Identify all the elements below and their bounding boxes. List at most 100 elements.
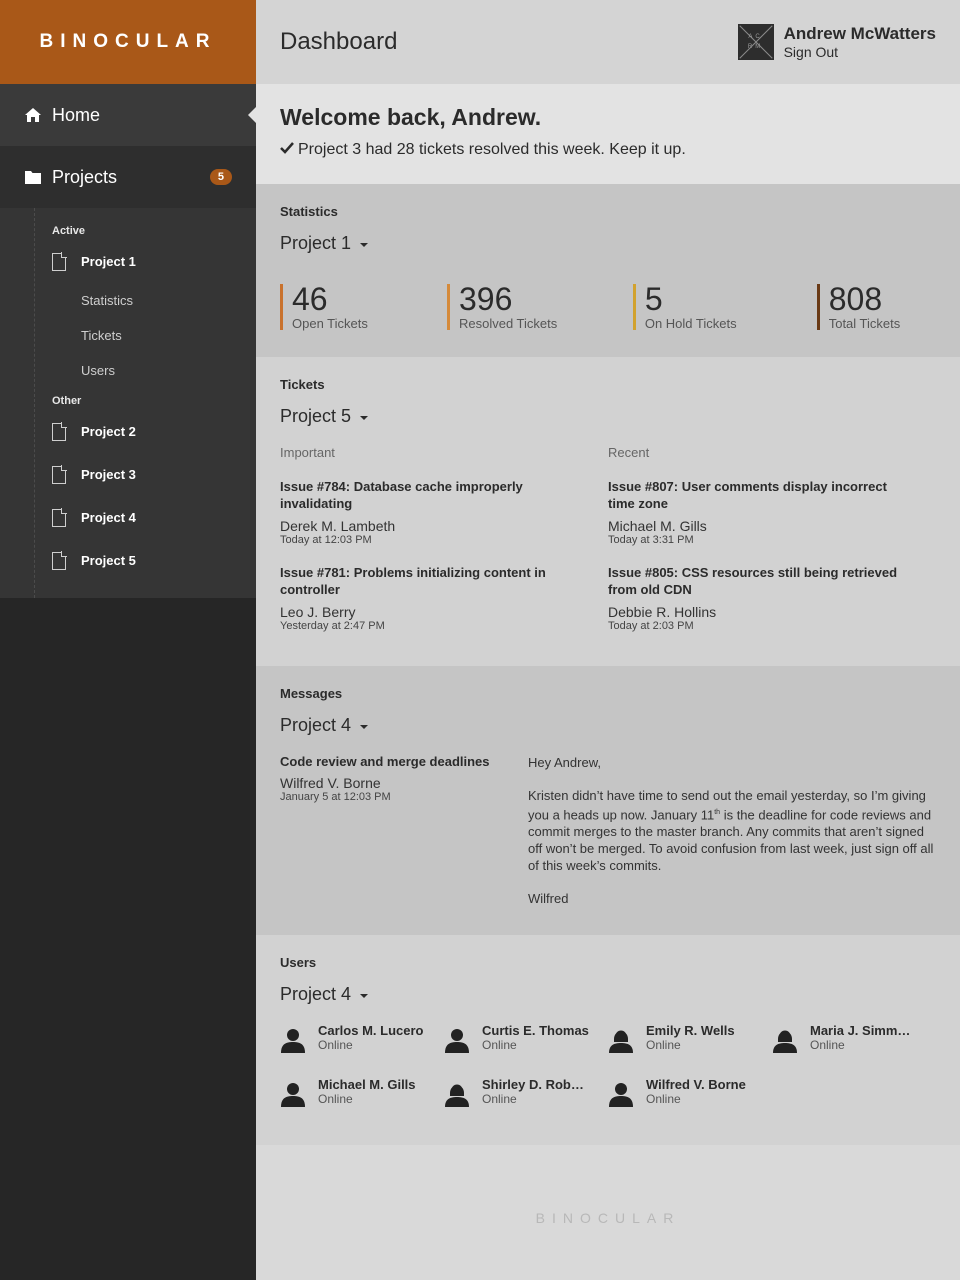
section-title: Statistics xyxy=(280,204,338,219)
user-item[interactable]: Wilfred V. Borne Online xyxy=(608,1077,772,1131)
ticket-author: Michael M. Gills xyxy=(608,518,707,534)
avatar[interactable]: ACRM xyxy=(737,24,774,60)
user-status: Online xyxy=(646,1038,681,1052)
welcome-heading: Welcome back, Andrew. xyxy=(280,104,542,130)
message-detail: Code review and merge deadlines Wilfred … xyxy=(280,754,936,923)
caret-down-icon xyxy=(360,242,369,247)
caret-down-icon xyxy=(360,415,369,420)
tickets-grid: Important Issue #784: Database cache imp… xyxy=(280,445,936,632)
user-menu: ACRM Andrew McWatters Sign Out xyxy=(737,24,936,60)
section-title: Users xyxy=(280,955,317,970)
messages-section: Messages Project 4 Code review and merge… xyxy=(256,666,960,935)
ticket-item[interactable]: Issue #781: Problems initializing conten… xyxy=(280,564,580,632)
user-status: Online xyxy=(318,1038,353,1052)
logo-bar[interactable]: BINOCULAR xyxy=(0,0,256,84)
user-item[interactable]: Curtis E. Thomas Online xyxy=(444,1023,608,1077)
stat-on-hold-tickets: 5 On Hold Tickets xyxy=(632,281,817,331)
welcome-note-text: Project 3 had 28 tickets resolved this w… xyxy=(298,141,686,158)
welcome-note: Project 3 had 28 tickets resolved this w… xyxy=(280,141,936,159)
ticket-item[interactable]: Issue #784: Database cache improperly in… xyxy=(280,478,580,546)
stat-value: 46 xyxy=(292,281,328,317)
person-icon xyxy=(281,1083,305,1107)
top-bar: Dashboard ACRM Andrew McWatters Sign Out xyxy=(256,0,960,84)
project-dropdown-value: Project 1 xyxy=(280,233,352,253)
user-item[interactable]: Emily R. Wells Online xyxy=(608,1023,772,1077)
ticket-time: Today at 12:03 PM xyxy=(280,534,372,546)
stat-open-tickets: 46 Open Tickets xyxy=(280,281,447,331)
sidebar-item-statistics[interactable]: Statistics xyxy=(0,283,256,318)
ticket-title[interactable]: Issue #781: Problems initializing conten… xyxy=(280,564,580,598)
user-name: Michael M. Gills xyxy=(318,1077,416,1092)
ticket-title[interactable]: Issue #805: CSS resources still being re… xyxy=(608,564,908,598)
user-name: Emily R. Wells xyxy=(646,1023,735,1038)
avatar-letters: ACRM xyxy=(747,34,764,50)
user-status: Online xyxy=(482,1038,517,1052)
ticket-title[interactable]: Issue #784: Database cache improperly in… xyxy=(280,478,580,512)
tree-line xyxy=(34,208,35,598)
message-subject[interactable]: Code review and merge deadlines xyxy=(280,754,528,769)
document-icon xyxy=(52,508,67,527)
ticket-time: Yesterday at 2:47 PM xyxy=(280,620,385,632)
project-dropdown[interactable]: Project 4 xyxy=(280,984,936,1005)
user-item[interactable]: Maria J. Simm… Online xyxy=(772,1023,936,1077)
main-content: Dashboard ACRM Andrew McWatters Sign Out… xyxy=(256,0,960,1280)
sidebar-item-project-4[interactable]: Project 4 xyxy=(0,496,256,539)
ticket-author: Derek M. Lambeth xyxy=(280,518,396,534)
binocular-logo[interactable]: BINOCULAR xyxy=(40,31,217,53)
project-dropdown[interactable]: Project 1 xyxy=(280,233,936,254)
column-header: Important xyxy=(280,445,335,460)
stat-label: Total Tickets xyxy=(828,316,901,331)
sidebar-item-tickets[interactable]: Tickets xyxy=(0,318,256,353)
welcome-banner: Welcome back, Andrew. Project 3 had 28 t… xyxy=(256,84,960,184)
nav-home[interactable]: Home xyxy=(0,84,256,146)
column-header: Recent xyxy=(608,445,650,460)
person-female-icon xyxy=(773,1030,797,1053)
ticket-item[interactable]: Issue #807: User comments display incorr… xyxy=(608,478,908,546)
user-name: Curtis E. Thomas xyxy=(482,1023,589,1038)
message-summary[interactable]: Code review and merge deadlines Wilfred … xyxy=(280,754,528,923)
folder-icon xyxy=(25,171,41,184)
ticket-title[interactable]: Issue #807: User comments display incorr… xyxy=(608,478,908,512)
ticket-time: Today at 3:31 PM xyxy=(608,534,694,546)
nav-projects-label: Projects xyxy=(52,166,118,187)
project-dropdown-value: Project 4 xyxy=(280,984,352,1004)
user-item[interactable]: Michael M. Gills Online xyxy=(280,1077,444,1131)
user-name: Shirley D. Rob… xyxy=(482,1077,584,1092)
stat-value: 5 xyxy=(644,281,663,317)
document-icon xyxy=(52,252,67,271)
statistics-section: Statistics Project 1 46 Open Tickets 396… xyxy=(256,184,960,357)
person-icon xyxy=(445,1029,469,1053)
ticket-item[interactable]: Issue #805: CSS resources still being re… xyxy=(608,564,908,632)
project-dropdown[interactable]: Project 4 xyxy=(280,715,936,736)
sidebar-item-project-1[interactable]: Project 1 xyxy=(0,240,256,283)
person-icon xyxy=(609,1083,633,1107)
document-icon xyxy=(52,465,67,484)
message-paragraph: Kristen didn’t have time to send out the… xyxy=(528,787,936,874)
group-label-active: Active xyxy=(52,225,86,237)
stat-label: Resolved Tickets xyxy=(458,316,558,331)
project-label: Project 3 xyxy=(81,467,136,482)
stat-resolved-tickets: 396 Resolved Tickets xyxy=(446,283,633,331)
sidebar-item-users[interactable]: Users xyxy=(0,353,256,388)
group-label-other: Other xyxy=(52,395,82,407)
sidebar-item-project-3[interactable]: Project 3 xyxy=(0,453,256,496)
user-name: Andrew McWatters xyxy=(783,24,936,43)
section-title: Messages xyxy=(280,686,343,701)
user-name: Maria J. Simm… xyxy=(810,1023,911,1038)
project-dropdown[interactable]: Project 5 xyxy=(280,406,936,427)
users-grid: Carlos M. Lucero Online Curtis E. Thomas O… xyxy=(280,1023,936,1131)
checkmark-icon xyxy=(280,142,294,154)
user-status: Online xyxy=(482,1092,517,1106)
project-label: Project 1 xyxy=(81,254,136,269)
sidebar-item-project-5[interactable]: Project 5 xyxy=(0,539,256,582)
sidebar-item-project-2[interactable]: Project 2 xyxy=(0,410,256,453)
user-item[interactable]: Shirley D. Rob… Online xyxy=(444,1077,608,1131)
user-item[interactable]: Carlos M. Lucero Online xyxy=(280,1023,444,1077)
project-label: Project 5 xyxy=(81,553,136,568)
recent-tickets-column: Recent Issue #807: User comments display… xyxy=(608,445,936,632)
caret-down-icon xyxy=(360,993,369,998)
sign-out-link[interactable]: Sign Out xyxy=(784,44,936,60)
nav-projects[interactable]: Projects 5 xyxy=(0,146,256,208)
footer: BINOCULAR xyxy=(256,1145,960,1280)
projects-count-badge: 5 xyxy=(209,169,232,185)
